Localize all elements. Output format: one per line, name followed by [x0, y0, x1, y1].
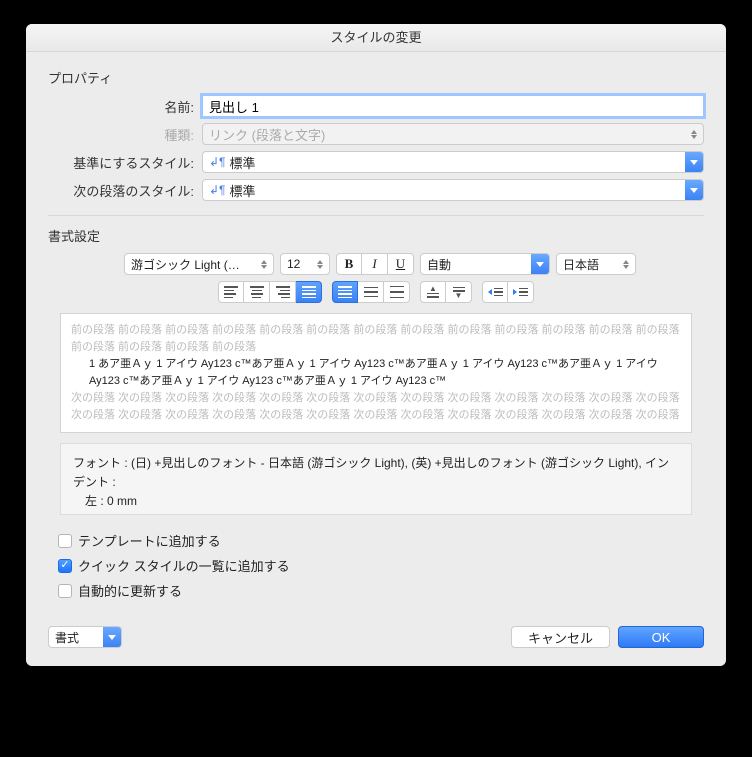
decrease-indent-button[interactable] [482, 281, 508, 303]
auto-update-checkbox[interactable] [58, 584, 72, 598]
type-label: 種類: [48, 125, 194, 144]
paragraph-toolbar: ▲ ▼ [48, 281, 704, 303]
add-to-template-checkbox[interactable] [58, 534, 72, 548]
name-label: 名前: [48, 97, 194, 116]
properties-heading: プロパティ [48, 68, 704, 87]
stepper-icon [311, 260, 329, 269]
pilcrow-icon: ↲¶ [209, 155, 226, 169]
stepper-icon [617, 260, 635, 269]
format-menu-button[interactable]: 書式 [48, 626, 122, 648]
bold-button[interactable]: B [336, 253, 362, 275]
formatting-toolbar: 游ゴシック Light (見… 12 B I U 自動 日本語 [48, 253, 704, 275]
auto-update-label: 自動的に更新する [78, 581, 182, 600]
next-style-label: 次の段落のスタイル: [48, 181, 194, 200]
chevron-down-icon [685, 180, 703, 200]
align-right-button[interactable] [270, 281, 296, 303]
type-select: リンク (段落と文字) [202, 123, 704, 145]
quick-style-label: クイック スタイルの一覧に追加する [78, 556, 290, 575]
font-style-group: B I U [336, 253, 414, 275]
description-box: フォント : (日) +見出しのフォント - 日本語 (游ゴシック Light)… [60, 443, 692, 515]
underline-button[interactable]: U [388, 253, 414, 275]
chevron-down-icon [685, 152, 703, 172]
base-style-select[interactable]: ↲¶ 標準 [202, 151, 704, 173]
align-center-button[interactable] [244, 281, 270, 303]
cancel-button[interactable]: キャンセル [511, 626, 610, 648]
italic-button[interactable]: I [362, 253, 388, 275]
align-justify-button[interactable] [296, 281, 322, 303]
window-title: スタイルの変更 [330, 30, 421, 45]
language-select[interactable]: 日本語 [556, 253, 636, 275]
pilcrow-icon: ↲¶ [209, 183, 226, 197]
font-color-select[interactable]: 自動 [420, 253, 550, 275]
base-style-label: 基準にするスタイル: [48, 153, 194, 172]
description-line-2: 左 : 0 mm [73, 492, 679, 511]
increase-indent-button[interactable] [508, 281, 534, 303]
font-size-select[interactable]: 12 [280, 253, 330, 275]
preview-prev-paragraph: 前の段落 前の段落 前の段落 前の段落 前の段落 前の段落 前の段落 前の段落 … [71, 322, 681, 356]
space-before-button[interactable]: ▲ [420, 281, 446, 303]
formatting-heading: 書式設定 [48, 226, 704, 245]
space-after-button[interactable]: ▼ [446, 281, 472, 303]
titlebar: スタイルの変更 [26, 24, 726, 52]
description-line-1: フォント : (日) +見出しのフォント - 日本語 (游ゴシック Light)… [73, 454, 679, 492]
preview-sample-text: 1 あア亜Ａｙ 1 アイウ Ay123 c™あア亜Ａｙ 1 アイウ Ay123 … [71, 356, 681, 390]
preview-next-paragraph: 次の段落 次の段落 次の段落 次の段落 次の段落 次の段落 次の段落 次の段落 … [71, 390, 681, 424]
next-style-select[interactable]: ↲¶ 標準 [202, 179, 704, 201]
modify-style-dialog: スタイルの変更 プロパティ 名前: 種類: リンク (段落と文字) 基準にするス… [26, 24, 726, 666]
add-to-template-label: テンプレートに追加する [78, 531, 221, 550]
chevron-down-icon [103, 627, 121, 647]
stepper-icon [255, 260, 273, 269]
quick-style-checkbox[interactable]: ✓ [58, 559, 72, 573]
divider [48, 215, 704, 216]
align-left-button[interactable] [218, 281, 244, 303]
line-spacing-1-button[interactable] [332, 281, 358, 303]
name-input[interactable] [202, 95, 704, 117]
ok-button[interactable]: OK [618, 626, 704, 648]
preview-pane: 前の段落 前の段落 前の段落 前の段落 前の段落 前の段落 前の段落 前の段落 … [60, 313, 692, 433]
stepper-icon [685, 130, 703, 139]
chevron-down-icon [531, 254, 549, 274]
font-family-select[interactable]: 游ゴシック Light (見… [124, 253, 274, 275]
line-spacing-2-button[interactable] [384, 281, 410, 303]
line-spacing-1-5-button[interactable] [358, 281, 384, 303]
